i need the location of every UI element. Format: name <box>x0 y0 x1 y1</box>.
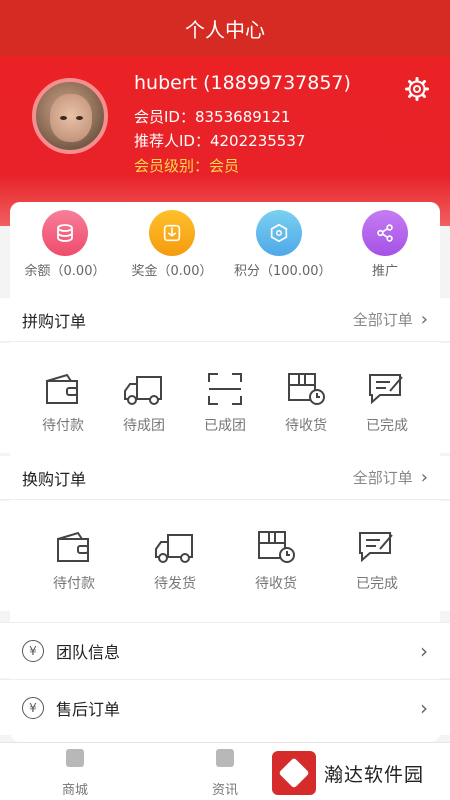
watermark-logo <box>272 751 316 795</box>
watermark-text: 瀚达软件园 <box>324 763 425 786</box>
truck-icon <box>155 534 193 563</box>
exchange-pending-shipment[interactable]: 待发货 <box>135 529 215 593</box>
exchange-orders-grid: 待付款 待发货 待收货 已完成 <box>0 501 450 611</box>
points-hexagon-icon <box>256 210 302 256</box>
tab-mall[interactable]: 商城 <box>35 749 115 798</box>
stat-points-label: 积分（100.00） <box>234 264 332 279</box>
username: hubert (18899737857) <box>134 72 351 94</box>
menu-team-info[interactable]: ¥ 团队信息 › <box>0 622 450 678</box>
group-orders-grid: 待付款 待成团 已成团 待收货 已完成 <box>0 343 450 453</box>
avatar-eye-right <box>76 116 83 120</box>
share-icon <box>362 210 408 256</box>
watermark: 瀚达软件园 <box>272 750 442 796</box>
yen-circle-icon: ¥ <box>22 696 44 719</box>
tab-news[interactable]: 资讯 <box>185 749 265 798</box>
chevron-right-icon: › <box>420 695 428 720</box>
package-clock-icon <box>288 373 325 405</box>
news-icon <box>216 749 234 767</box>
stat-points[interactable]: 积分（100.00） <box>234 210 332 279</box>
chevron-right-icon: › <box>420 638 428 663</box>
order-pending-payment[interactable]: 待付款 <box>23 371 103 435</box>
scan-frame-icon <box>208 373 242 405</box>
yen-circle-icon: ¥ <box>22 639 44 662</box>
profile-header: hubert (18899737857) 会员ID：8353689121 推荐人… <box>0 56 450 226</box>
exchange-pending-receipt[interactable]: 待收货 <box>236 529 316 593</box>
menu-label: 团队信息 <box>56 642 121 662</box>
done-edit-icon <box>369 374 403 405</box>
all-orders-label: 全部订单 <box>352 311 413 329</box>
order-label: 已成团 <box>204 418 246 434</box>
order-label: 待发货 <box>154 576 196 592</box>
wallet-icon <box>57 531 89 562</box>
order-label: 待成团 <box>123 418 165 434</box>
order-grouped[interactable]: 已成团 <box>185 371 265 435</box>
stat-promote[interactable]: 推广 <box>340 210 430 279</box>
group-orders-all-link[interactable]: 全部订单 › <box>353 309 428 330</box>
all-orders-label: 全部订单 <box>352 469 413 487</box>
top-bar: 个人中心 <box>0 0 450 56</box>
exchange-orders-header: 换购订单 全部订单 › <box>0 456 450 500</box>
referrer-id: 推荐人ID：4202235537 <box>134 132 306 150</box>
stat-bonus-label: 奖金（0.00） <box>131 264 213 279</box>
chevron-right-icon: › <box>420 309 428 330</box>
tab-label: 资讯 <box>211 783 238 798</box>
order-completed[interactable]: 已完成 <box>347 371 427 435</box>
order-label: 待付款 <box>42 418 84 434</box>
menu-label: 售后订单 <box>56 699 121 719</box>
order-pending-group[interactable]: 待成团 <box>104 371 184 435</box>
order-pending-receipt[interactable]: 待收货 <box>266 371 346 435</box>
bonus-box-icon <box>149 210 195 256</box>
truck-icon <box>124 376 162 405</box>
avatar-face <box>50 94 92 142</box>
exchange-pending-payment[interactable]: 待付款 <box>34 529 114 593</box>
menu-after-sales[interactable]: ¥ 售后订单 › <box>0 679 450 735</box>
exchange-completed[interactable]: 已完成 <box>337 529 417 593</box>
order-label: 已完成 <box>356 576 398 592</box>
exchange-orders-title: 换购订单 <box>22 469 87 489</box>
stat-promote-label: 推广 <box>371 264 398 279</box>
chevron-right-icon: › <box>420 467 428 488</box>
coins-icon <box>42 210 88 256</box>
package-clock-icon <box>258 531 295 563</box>
stat-bonus[interactable]: 奖金（0.00） <box>127 210 217 279</box>
group-orders-header: 拼购订单 全部订单 › <box>0 298 450 342</box>
order-label: 待收货 <box>285 418 327 434</box>
tab-label: 商城 <box>61 783 88 798</box>
order-label: 待收货 <box>255 576 297 592</box>
home-icon <box>66 749 84 767</box>
member-level: 会员级别：会员 <box>134 157 240 175</box>
order-label: 已完成 <box>366 418 408 434</box>
group-orders-title: 拼购订单 <box>22 311 87 331</box>
avatar-eye-left <box>60 116 67 120</box>
exchange-orders-all-link[interactable]: 全部订单 › <box>353 467 428 488</box>
stat-balance-label: 余额（0.00） <box>24 264 106 279</box>
page-title: 个人中心 <box>185 17 265 42</box>
avatar[interactable] <box>32 78 108 154</box>
order-label: 待付款 <box>53 576 95 592</box>
stat-balance[interactable]: 余额（0.00） <box>20 210 110 279</box>
done-edit-icon <box>359 532 393 563</box>
gear-icon[interactable] <box>405 77 429 101</box>
member-id: 会员ID：8353689121 <box>134 108 291 126</box>
wallet-icon <box>46 373 78 404</box>
wallet-stats: 余额（0.00） 奖金（0.00） 积分（100.00） 推广 <box>0 210 450 290</box>
